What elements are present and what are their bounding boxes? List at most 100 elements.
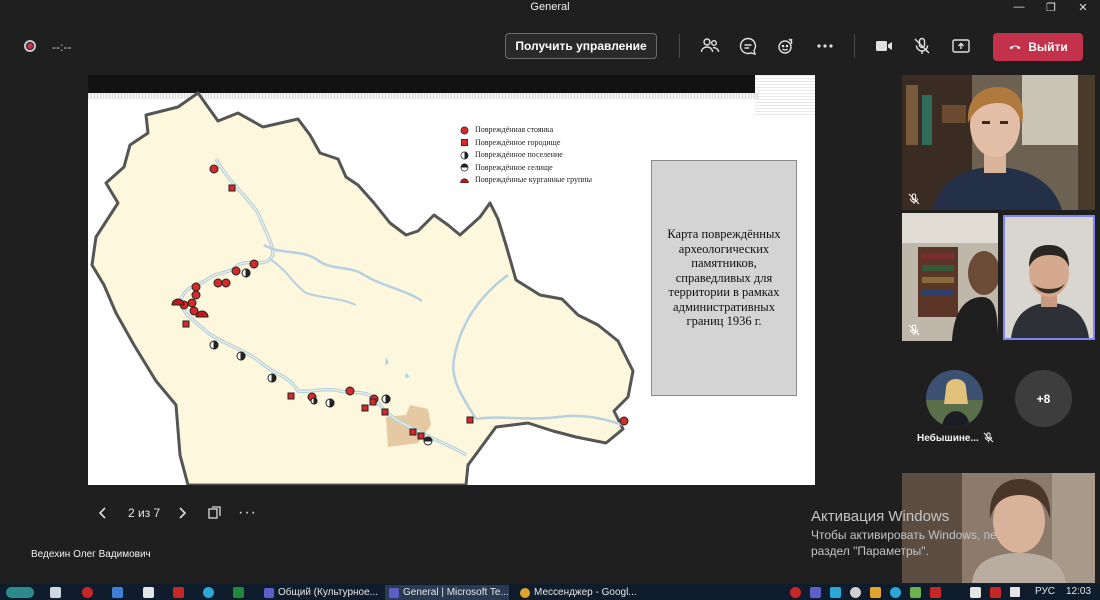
site-marker	[187, 298, 197, 308]
participant-video[interactable]	[902, 213, 998, 341]
toolbar-divider	[679, 34, 680, 58]
next-slide-button[interactable]	[176, 503, 188, 523]
village-symbol-icon	[460, 163, 469, 172]
tray-app-icon[interactable]	[910, 587, 921, 598]
tray-app-icon[interactable]	[930, 587, 941, 598]
taskbar-app-teams-meeting[interactable]: General | Microsoft Te...	[385, 585, 509, 600]
tray-app-icon[interactable]	[970, 587, 981, 598]
site-marker	[369, 398, 377, 406]
site-marker	[345, 386, 355, 396]
settlement-symbol-icon	[460, 151, 469, 160]
fortress-symbol-icon	[460, 139, 469, 147]
task-view-icon[interactable]	[50, 587, 61, 598]
taskbar-app-teams-general[interactable]: Общий (Культурное...	[260, 585, 378, 600]
map-caption: Карта повреждённых археологических памят…	[651, 160, 797, 396]
slide-more-options[interactable]: ···	[238, 503, 257, 523]
meeting-timer: --:--	[52, 40, 72, 54]
more-participants-button[interactable]: +8	[1015, 370, 1072, 427]
mic-muted-icon[interactable]	[910, 34, 934, 58]
tray-app-icon[interactable]	[870, 587, 881, 598]
keyboard-language[interactable]: РУС	[1035, 586, 1055, 597]
mail-icon[interactable]	[112, 587, 123, 598]
windows-taskbar: Общий (Культурное... General | Microsoft…	[0, 584, 1100, 600]
tray-teams-icon[interactable]	[810, 587, 821, 598]
opera-icon[interactable]	[82, 587, 93, 598]
share-screen-icon[interactable]	[949, 34, 973, 58]
start-icon[interactable]	[6, 587, 34, 598]
tray-app-icon[interactable]	[890, 587, 901, 598]
site-marker	[287, 392, 295, 400]
camera-icon[interactable]	[872, 34, 896, 58]
site-marker	[619, 416, 629, 426]
leave-label: Выйти	[1028, 40, 1068, 54]
excel-icon[interactable]	[233, 587, 244, 598]
clock[interactable]: 12:03	[1066, 586, 1091, 597]
tray-app-icon[interactable]	[830, 587, 841, 598]
toolbar-divider	[854, 34, 855, 58]
take-control-button[interactable]: Получить управление	[505, 33, 657, 59]
site-marker	[381, 408, 389, 416]
window-title: General	[530, 1, 570, 13]
shared-slide: Повреждённая стоянка Повреждённое городи…	[88, 75, 815, 485]
site-marker	[409, 428, 417, 436]
edge-icon[interactable]	[203, 587, 214, 598]
site-marker	[249, 259, 259, 269]
chevron-left-icon	[98, 507, 106, 519]
site-marker	[213, 278, 223, 288]
previous-slide-button[interactable]	[97, 503, 109, 523]
legend-item: Повреждённое городище	[460, 137, 592, 150]
mic-off-icon	[908, 193, 920, 205]
stand-symbol-icon	[460, 126, 469, 135]
mic-off-icon	[908, 324, 920, 336]
tray-app-icon[interactable]	[850, 587, 861, 598]
tray-app-icon[interactable]	[990, 587, 1001, 598]
slides-grid-icon	[208, 506, 221, 519]
legend-item: Повреждённая стоянка	[460, 124, 592, 137]
avatar-image	[926, 370, 983, 427]
teams-icon	[264, 587, 274, 598]
site-marker	[231, 266, 241, 276]
recording-icon	[24, 40, 36, 52]
title-bar: General — ❐ ✕	[0, 0, 1100, 14]
participant-video-active-speaker[interactable]	[1003, 215, 1095, 340]
minimize-icon[interactable]: —	[1004, 0, 1034, 14]
legend-item: Повреждённое селище	[460, 162, 592, 175]
teams-icon	[389, 587, 399, 598]
slide-counter: 2 из 7	[128, 506, 161, 520]
document-icon[interactable]	[143, 587, 154, 598]
participants-icon[interactable]	[698, 34, 722, 58]
chrome-icon	[520, 587, 530, 598]
meeting-toolbar: --:-- Получить управление Выйти	[0, 14, 1100, 74]
tray-app-icon[interactable]	[790, 587, 801, 598]
mic-off-icon	[983, 432, 994, 443]
video-frame	[902, 213, 998, 341]
site-marker	[191, 282, 201, 292]
restore-icon[interactable]: ❐	[1036, 0, 1066, 14]
site-marker	[361, 404, 369, 412]
legend-item: Повреждённое поселение	[460, 149, 592, 162]
close-icon[interactable]: ✕	[1068, 0, 1098, 14]
leave-button[interactable]: Выйти	[993, 33, 1083, 61]
site-marker	[466, 416, 474, 424]
video-frame	[902, 75, 1095, 210]
reactions-icon[interactable]	[775, 34, 799, 58]
slide-overview-button[interactable]	[207, 503, 223, 523]
site-marker	[228, 184, 236, 192]
participant-avatar[interactable]	[926, 370, 983, 427]
chat-icon[interactable]	[736, 34, 760, 58]
yandex-icon[interactable]	[173, 587, 184, 598]
participant-video[interactable]	[902, 75, 1095, 210]
video-frame	[1005, 217, 1093, 338]
phone-hangup-icon	[1009, 45, 1021, 50]
chevron-right-icon	[179, 507, 187, 519]
site-marker	[182, 320, 190, 328]
volume-icon[interactable]	[1010, 587, 1020, 597]
taskbar-app-chrome[interactable]: Мессенджер - Googl...	[516, 585, 636, 600]
more-actions-icon[interactable]	[813, 34, 837, 58]
site-marker	[191, 290, 201, 300]
presenter-name: Ведехин Олег Вадимович	[31, 549, 151, 560]
site-marker	[221, 278, 231, 288]
site-marker	[417, 432, 425, 440]
legend-item: Повреждённые курганные группы	[460, 174, 592, 187]
participant-name: Небышине...	[917, 433, 979, 444]
